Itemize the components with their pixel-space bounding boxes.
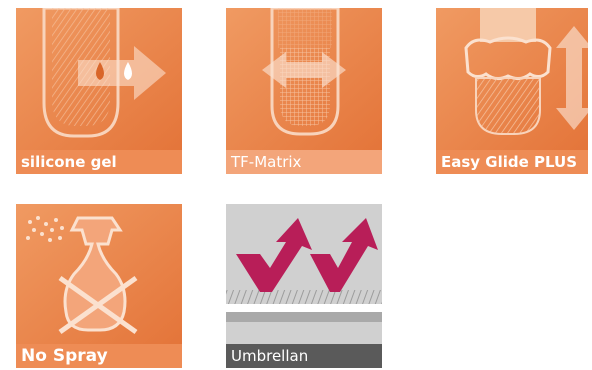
feature-tile-tf-matrix: TF-Matrix <box>226 8 382 174</box>
feature-tile-silicone-gel: silicone gel <box>16 8 182 174</box>
tile-label: Umbrellan <box>231 347 309 365</box>
tile-label: No Spray <box>21 346 108 366</box>
tile-label: Easy Glide PLUS <box>441 153 578 171</box>
feature-tile-no-spray: No Spray <box>16 204 182 368</box>
tile-label: silicone gel <box>21 153 117 171</box>
feature-tile-umbrellan: Umbrellan <box>226 204 382 368</box>
feature-tile-easy-glide-plus: Easy Glide PLUS <box>436 8 588 174</box>
tile-label: TF-Matrix <box>231 153 302 171</box>
